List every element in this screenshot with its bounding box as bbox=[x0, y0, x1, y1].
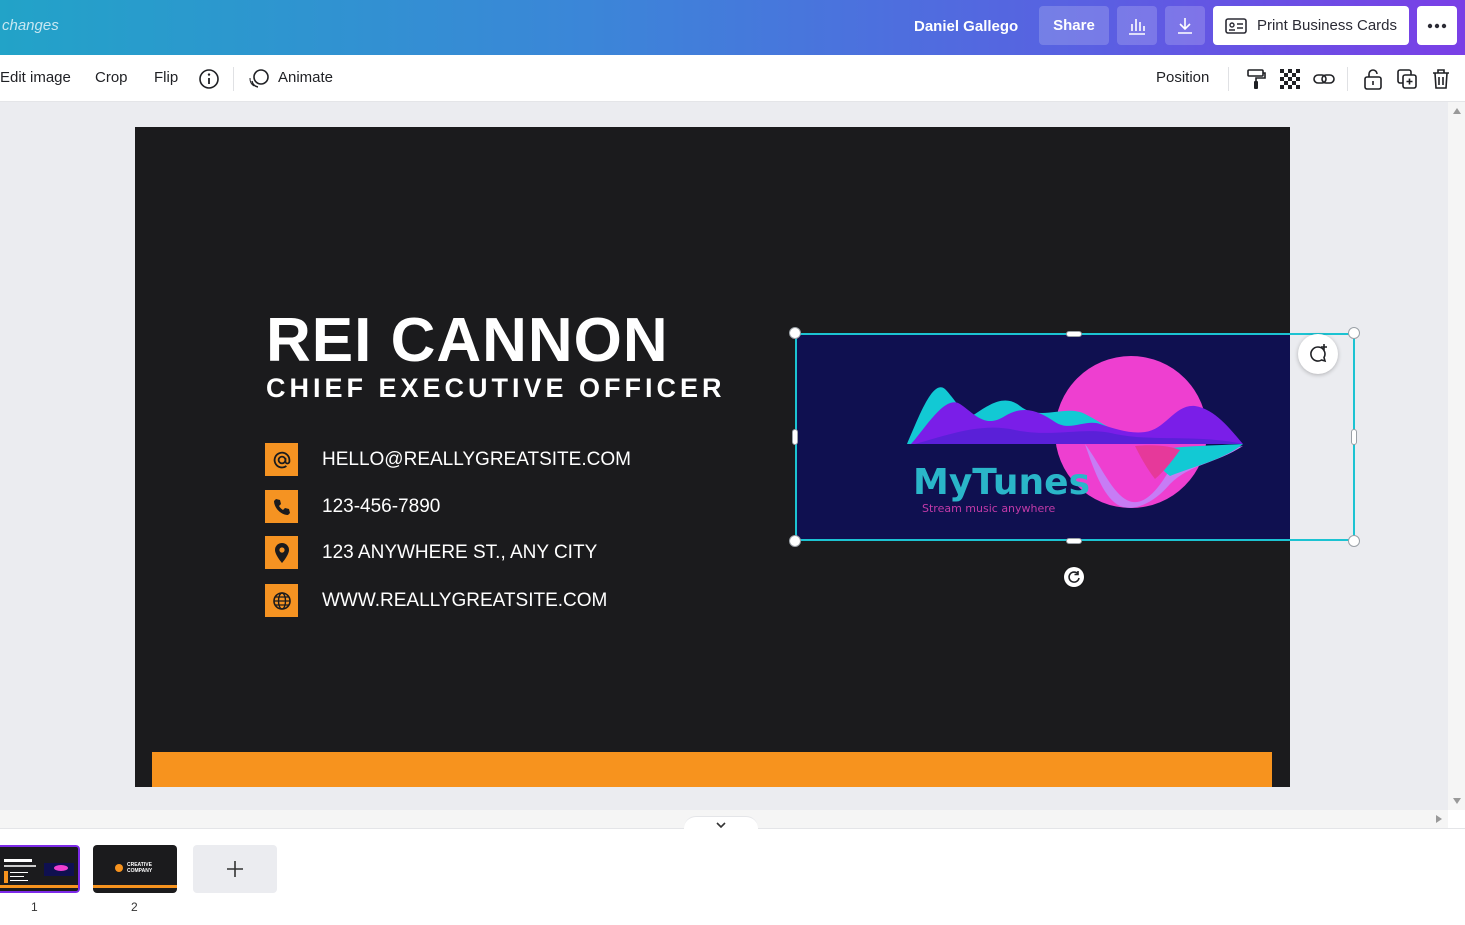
animate-icon-wrap[interactable] bbox=[247, 67, 271, 91]
transparency-icon bbox=[1280, 69, 1300, 89]
paint-roller-icon bbox=[1247, 69, 1266, 89]
page-thumbnail-2[interactable]: CREATIVE COMPANY bbox=[93, 845, 177, 893]
resize-handle-left[interactable] bbox=[792, 429, 798, 445]
comment-plus-icon bbox=[1310, 344, 1327, 363]
resize-handle-bottom-right[interactable] bbox=[1348, 535, 1360, 547]
transparency-button[interactable] bbox=[1278, 67, 1302, 91]
toolbar-divider bbox=[1228, 67, 1229, 91]
duplicate-icon bbox=[1397, 69, 1417, 89]
contact-address-text: 123 ANYWHERE ST., ANY CITY bbox=[322, 541, 598, 563]
scroll-up-icon bbox=[1453, 108, 1461, 114]
vertical-scrollbar[interactable] bbox=[1448, 102, 1465, 810]
rotate-handle[interactable] bbox=[1064, 567, 1084, 587]
duplicate-button[interactable] bbox=[1395, 67, 1419, 91]
contact-phone-text: 123-456-7890 bbox=[322, 495, 441, 517]
globe-icon bbox=[265, 584, 298, 617]
card-job-title[interactable]: CHIEF EXECUTIVE OFFICER bbox=[266, 373, 726, 404]
page-number-2: 2 bbox=[131, 900, 138, 914]
lock-button[interactable] bbox=[1361, 67, 1385, 91]
flip-button[interactable]: Flip bbox=[154, 69, 178, 86]
scroll-right-icon bbox=[1436, 815, 1442, 823]
download-button[interactable] bbox=[1165, 6, 1205, 45]
print-business-cards-button[interactable]: Print Business Cards bbox=[1213, 6, 1409, 45]
more-options-button[interactable] bbox=[1417, 6, 1457, 45]
page-thumbnail-1[interactable] bbox=[0, 843, 82, 895]
thumb-line bbox=[10, 872, 28, 873]
at-icon bbox=[265, 443, 298, 476]
save-status: changes bbox=[2, 17, 59, 34]
print-label: Print Business Cards bbox=[1256, 17, 1398, 34]
add-page-button[interactable] bbox=[193, 845, 277, 893]
business-card-icon bbox=[1225, 17, 1247, 34]
trash-icon bbox=[1433, 69, 1449, 89]
unlock-icon bbox=[1364, 69, 1382, 90]
thumb2-text-2: COMPANY bbox=[127, 868, 153, 874]
more-dots-icon bbox=[1427, 23, 1447, 28]
phone-icon bbox=[265, 490, 298, 523]
user-name[interactable]: Daniel Gallego bbox=[914, 18, 1018, 35]
thumb-line bbox=[10, 876, 24, 877]
orange-footer-bar[interactable] bbox=[152, 752, 1272, 787]
link-icon bbox=[1313, 74, 1335, 84]
insights-button[interactable] bbox=[1117, 6, 1157, 45]
thumb2-footer-bar bbox=[93, 885, 177, 888]
resize-handle-top-right[interactable] bbox=[1348, 327, 1360, 339]
thumb-name-line bbox=[4, 859, 32, 862]
contact-website-text: WWW.REALLYGREATSITE.COM bbox=[322, 589, 608, 611]
copy-style-button[interactable] bbox=[1244, 67, 1268, 91]
animate-button[interactable]: Animate bbox=[278, 69, 333, 86]
toolbar-divider bbox=[1347, 67, 1348, 91]
scroll-down-icon bbox=[1453, 798, 1461, 804]
bar-chart-icon bbox=[1129, 18, 1145, 35]
location-pin-icon bbox=[265, 536, 298, 569]
resize-handle-top[interactable] bbox=[1066, 331, 1082, 337]
thumb-logo bbox=[44, 863, 74, 876]
position-button[interactable]: Position bbox=[1156, 69, 1209, 86]
resize-handle-bottom[interactable] bbox=[1066, 538, 1082, 544]
thumb-title-line bbox=[4, 865, 36, 867]
thumb-footer-bar bbox=[0, 885, 78, 888]
collapse-pages-button[interactable] bbox=[684, 816, 758, 832]
link-button[interactable] bbox=[1312, 67, 1336, 91]
download-icon bbox=[1178, 17, 1192, 34]
chevron-down-icon bbox=[716, 821, 726, 828]
resize-handle-bottom-left[interactable] bbox=[789, 535, 801, 547]
info-button[interactable] bbox=[197, 67, 221, 91]
crop-button[interactable]: Crop bbox=[95, 69, 128, 86]
selection-frame bbox=[795, 333, 1355, 541]
rotate-icon bbox=[1068, 571, 1080, 583]
thumb-line bbox=[10, 880, 28, 881]
contact-address[interactable]: 123 ANYWHERE ST., ANY CITY bbox=[265, 536, 597, 569]
context-toolbar: Edit image Crop Flip Animate Position bbox=[0, 55, 1465, 102]
resize-handle-right[interactable] bbox=[1351, 429, 1357, 445]
contact-website[interactable]: WWW.REALLYGREATSITE.COM bbox=[265, 584, 607, 617]
animate-icon bbox=[249, 69, 269, 88]
contact-email-text: HELLO@REALLYGREATSITE.COM bbox=[322, 448, 631, 470]
edit-image-button[interactable]: Edit image bbox=[0, 69, 71, 86]
toolbar-divider bbox=[233, 67, 234, 91]
page-number-1: 1 bbox=[31, 900, 38, 914]
delete-button[interactable] bbox=[1429, 67, 1453, 91]
plus-icon bbox=[227, 861, 243, 877]
info-icon bbox=[199, 69, 219, 89]
contact-phone[interactable]: 123-456-7890 bbox=[265, 490, 440, 523]
contact-email[interactable]: HELLO@REALLYGREATSITE.COM bbox=[265, 443, 631, 476]
top-bar: changes Daniel Gallego Share Print Busin… bbox=[0, 0, 1465, 55]
thumb2-logo-mark bbox=[115, 864, 123, 872]
thumb-icons bbox=[4, 871, 8, 883]
card-name[interactable]: REI CANNON bbox=[266, 305, 669, 376]
add-comment-button[interactable] bbox=[1298, 334, 1338, 374]
resize-handle-top-left[interactable] bbox=[789, 327, 801, 339]
share-button[interactable]: Share bbox=[1039, 6, 1109, 45]
